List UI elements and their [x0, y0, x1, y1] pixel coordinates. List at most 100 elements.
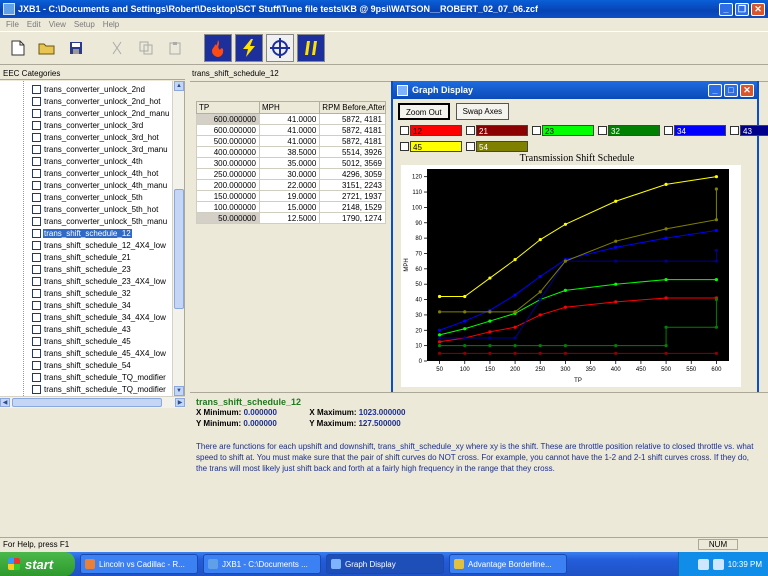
- tree-item-checkbox[interactable]: [32, 384, 41, 394]
- table-row[interactable]: 250.000000 30.0000 4296, 3059: [196, 168, 386, 180]
- tree-item[interactable]: trans_shift_schedule_23: [32, 263, 132, 275]
- table-row[interactable]: 300.000000 35.0000 5012, 3569: [196, 157, 386, 169]
- table-cell[interactable]: 2148, 1529: [319, 201, 386, 213]
- open-folder-icon[interactable]: [35, 36, 59, 60]
- copy-icon[interactable]: [134, 36, 158, 60]
- tree-horizontal-scrollbar[interactable]: ◀ ▶: [0, 396, 185, 408]
- table-cell[interactable]: 38.5000: [258, 146, 321, 158]
- tree-item[interactable]: trans_shift_schedule_21: [32, 251, 132, 263]
- table-cell[interactable]: 500.000000: [196, 135, 260, 147]
- table-cell[interactable]: 4296, 3059: [319, 168, 386, 180]
- tree-item-checkbox[interactable]: [32, 108, 41, 118]
- legend-item[interactable]: 45: [400, 141, 462, 152]
- tree-item-checkbox[interactable]: [32, 360, 41, 370]
- legend-item[interactable]: 12: [400, 125, 462, 136]
- pause-bars-icon[interactable]: [297, 34, 325, 62]
- menu-setup[interactable]: Setup: [70, 18, 99, 31]
- zoom-out-button[interactable]: Zoom Out: [398, 103, 450, 120]
- table-cell[interactable]: 250.000000: [196, 168, 260, 180]
- table-row[interactable]: 600.000000 41.0000 5872, 4181: [196, 124, 386, 136]
- menu-edit[interactable]: Edit: [23, 18, 45, 31]
- table-cell[interactable]: 600.000000: [196, 124, 260, 136]
- scroll-left-arrow-icon[interactable]: ◀: [0, 398, 10, 407]
- tree-item-checkbox[interactable]: [32, 372, 41, 382]
- table-cell[interactable]: 400.000000: [196, 146, 260, 158]
- table-row[interactable]: 200.000000 22.0000 3151, 2243: [196, 179, 386, 191]
- table-cell[interactable]: 5012, 3569: [319, 157, 386, 169]
- hscroll-thumb[interactable]: [12, 398, 162, 407]
- table-cell[interactable]: 5514, 3926: [319, 146, 386, 158]
- shift-schedule-chart[interactable]: 010203040506070809010011012050 100 150 200 2…: [401, 165, 741, 387]
- tree-item[interactable]: trans_shift_schedule_45: [32, 335, 132, 347]
- legend-checkbox[interactable]: [466, 142, 475, 151]
- legend-item[interactable]: 34: [664, 125, 726, 136]
- tree-item[interactable]: trans_shift_schedule_23_4X4_low: [32, 275, 167, 287]
- tree-item-checkbox[interactable]: [32, 300, 41, 310]
- legend-checkbox[interactable]: [400, 126, 409, 135]
- taskbar-button[interactable]: JXB1 - C:\Documents ...: [203, 554, 321, 574]
- tree-item[interactable]: trans_shift_schedule_TQ_modifier: [32, 371, 167, 383]
- tray-network-icon[interactable]: [697, 558, 709, 570]
- table-row[interactable]: 100.000000 15.0000 2148, 1529: [196, 201, 386, 213]
- table-cell[interactable]: 150.000000: [196, 190, 260, 202]
- legend-checkbox[interactable]: [400, 142, 409, 151]
- taskbar-button[interactable]: Advantage Borderline...: [449, 554, 567, 574]
- scroll-down-arrow-icon[interactable]: ▼: [174, 386, 184, 396]
- table-cell[interactable]: 100.000000: [196, 201, 260, 213]
- legend-item[interactable]: 21: [466, 125, 528, 136]
- menu-view[interactable]: View: [45, 18, 70, 31]
- tree-item[interactable]: trans_converter_unlock_2nd_hot: [32, 95, 162, 107]
- graph-title-bar[interactable]: Graph Display _ □ ✕: [393, 81, 757, 99]
- column-header-rpm[interactable]: RPM Before,After: [319, 101, 386, 114]
- tree-item-checkbox[interactable]: [32, 120, 41, 130]
- tree-item-checkbox[interactable]: [32, 240, 41, 250]
- menu-file[interactable]: File: [2, 18, 23, 31]
- tree-item[interactable]: trans_shift_schedule_45_4X4_low: [32, 347, 167, 359]
- scroll-right-arrow-icon[interactable]: ▶: [175, 398, 185, 407]
- graph-display-window[interactable]: Graph Display _ □ ✕ Zoom Out Swap Axes 1…: [391, 81, 768, 404]
- table-row[interactable]: 600.000000 41.0000 5872, 4181: [196, 113, 386, 125]
- new-file-icon[interactable]: [6, 36, 30, 60]
- legend-item[interactable]: 54: [466, 141, 528, 152]
- tree-item-checkbox[interactable]: [32, 348, 41, 358]
- table-cell[interactable]: 2721, 1937: [319, 190, 386, 202]
- tree-item[interactable]: trans_converter_unlock_5th_manu: [32, 215, 168, 227]
- tree-item[interactable]: trans_shift_schedule_12_4X4_low: [32, 239, 167, 251]
- table-row[interactable]: 150.000000 19.0000 2721, 1937: [196, 190, 386, 202]
- menu-help[interactable]: Help: [99, 18, 123, 31]
- restore-button[interactable]: ❐: [735, 2, 749, 16]
- column-header-mph[interactable]: MPH: [258, 101, 321, 114]
- table-cell[interactable]: 41.0000: [258, 135, 321, 147]
- table-cell[interactable]: 5872, 4181: [319, 124, 386, 136]
- tree-item-checkbox[interactable]: [32, 288, 41, 298]
- scroll-up-arrow-icon[interactable]: ▲: [174, 81, 184, 91]
- table-row[interactable]: 400.000000 38.5000 5514, 3926: [196, 146, 386, 158]
- tree-item[interactable]: trans_converter_unlock_4th: [32, 155, 144, 167]
- tree-item[interactable]: trans_converter_unlock_5th: [32, 191, 144, 203]
- table-cell[interactable]: 600.000000: [196, 113, 260, 125]
- table-cell[interactable]: 3151, 2243: [319, 179, 386, 191]
- tree-item[interactable]: trans_converter_unlock_4th_hot: [32, 167, 159, 179]
- legend-checkbox[interactable]: [532, 126, 541, 135]
- tree-item[interactable]: trans_converter_unlock_2nd_manu: [32, 107, 170, 119]
- legend-item[interactable]: 23: [532, 125, 594, 136]
- close-button[interactable]: ✕: [751, 2, 765, 16]
- graph-close-button[interactable]: ✕: [740, 83, 754, 97]
- column-header-tp[interactable]: TP: [196, 101, 260, 114]
- scroll-thumb[interactable]: [174, 189, 184, 309]
- table-cell[interactable]: 1790, 1274: [319, 212, 386, 224]
- table-cell[interactable]: 15.0000: [258, 201, 321, 213]
- tree-item[interactable]: trans_shift_schedule_32: [32, 287, 132, 299]
- paste-icon[interactable]: [163, 36, 187, 60]
- tree-item-checkbox[interactable]: [32, 252, 41, 262]
- table-cell[interactable]: 41.0000: [258, 124, 321, 136]
- tree-item-checkbox[interactable]: [32, 156, 41, 166]
- legend-checkbox[interactable]: [730, 126, 739, 135]
- table-cell[interactable]: 300.000000: [196, 157, 260, 169]
- tree-item-checkbox[interactable]: [32, 228, 41, 238]
- legend-checkbox[interactable]: [664, 126, 673, 135]
- tree-item-checkbox[interactable]: [32, 144, 41, 154]
- taskbar-button[interactable]: Lincoln vs Cadillac - R...: [80, 554, 198, 574]
- tray-volume-icon[interactable]: [712, 558, 724, 570]
- tree-item-checkbox[interactable]: [32, 192, 41, 202]
